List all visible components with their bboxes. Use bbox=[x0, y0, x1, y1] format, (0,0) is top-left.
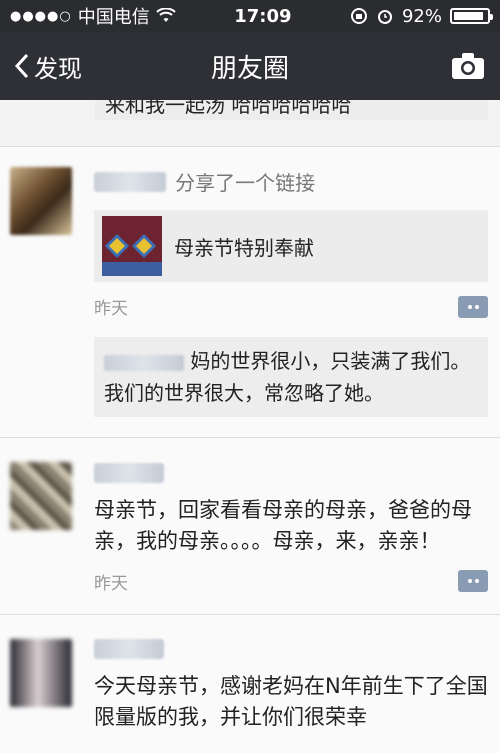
post-meta: 昨天 bbox=[94, 569, 488, 594]
post-text: 今天母亲节，感谢老妈在N年前生下了全国限量版的我，并让你们很荣幸 bbox=[94, 671, 488, 733]
link-title: 母亲节特别奉献 bbox=[174, 232, 314, 261]
comment-dot bbox=[475, 305, 479, 309]
feed-post: 母亲节，回家看看母亲的母亲，爸爸的母亲，我的母亲。。。。母亲，来，亲亲！ 昨天 bbox=[0, 437, 500, 614]
comment-button[interactable] bbox=[458, 570, 488, 592]
post-content: 母亲节，回家看看母亲的母亲，爸爸的母亲，我的母亲。。。。母亲，来，亲亲！ 昨天 bbox=[94, 462, 488, 594]
feed-post: 分享了一个链接 母亲节特别奉献 昨天 bbox=[0, 146, 500, 437]
commenter-name[interactable] bbox=[104, 355, 184, 371]
share-action: 分享了一个链接 bbox=[175, 167, 315, 196]
comment-button[interactable] bbox=[458, 296, 488, 318]
status-bar: ●●●●○ 中国电信 17:09 92% bbox=[0, 0, 500, 32]
battery-percent: 92% bbox=[402, 6, 442, 27]
author-name[interactable] bbox=[94, 463, 164, 483]
signal-icon: ●●●●○ bbox=[10, 9, 72, 24]
post-time: 昨天 bbox=[94, 569, 128, 594]
post-text: 母亲节，回家看看母亲的母亲，爸爸的母亲，我的母亲。。。。母亲，来，亲亲！ bbox=[94, 495, 488, 557]
comment-section: 妈的世界很小，只装满了我们。我们的世界很大，常忽略了她。 bbox=[94, 337, 488, 417]
camera-button[interactable] bbox=[450, 48, 486, 84]
rotation-lock-icon bbox=[350, 7, 368, 25]
status-time: 17:09 bbox=[234, 6, 291, 27]
comment-dot bbox=[475, 579, 479, 583]
chevron-left-icon bbox=[14, 53, 30, 79]
carrier-label: 中国电信 bbox=[78, 3, 150, 29]
author-name[interactable] bbox=[94, 172, 166, 192]
back-label: 发现 bbox=[34, 49, 82, 84]
avatar[interactable] bbox=[10, 167, 72, 235]
previous-comment: 来和我一起汤 哈哈哈哈哈哈 bbox=[95, 100, 488, 120]
comment-dots-icon bbox=[468, 305, 472, 309]
comment-dots-icon bbox=[468, 579, 472, 583]
avatar[interactable] bbox=[10, 639, 72, 707]
navigation-bar: 发现 朋友圈 bbox=[0, 32, 500, 100]
alarm-icon bbox=[376, 7, 394, 25]
wifi-icon bbox=[156, 8, 176, 24]
link-card[interactable]: 母亲节特别奉献 bbox=[94, 210, 488, 282]
camera-icon bbox=[451, 52, 485, 80]
back-button[interactable]: 发现 bbox=[14, 49, 82, 84]
link-thumbnail bbox=[102, 216, 162, 276]
author-name[interactable] bbox=[94, 639, 164, 659]
post-content: 分享了一个链接 母亲节特别奉献 昨天 bbox=[94, 167, 488, 417]
status-right: 92% bbox=[350, 6, 490, 27]
post-meta: 昨天 bbox=[94, 294, 488, 319]
battery-fill bbox=[454, 12, 483, 20]
status-left: ●●●●○ 中国电信 bbox=[10, 3, 176, 29]
feed-post: 今天母亲节，感谢老妈在N年前生下了全国限量版的我，并让你们很荣幸 bbox=[0, 614, 500, 753]
battery-icon bbox=[450, 8, 490, 24]
moments-feed[interactable]: 来和我一起汤 哈哈哈哈哈哈 分享了一个链接 母亲节特别奉献 昨天 bbox=[0, 100, 500, 753]
avatar[interactable] bbox=[10, 462, 72, 530]
post-content: 今天母亲节，感谢老妈在N年前生下了全国限量版的我，并让你们很荣幸 bbox=[94, 639, 488, 734]
post-time: 昨天 bbox=[94, 294, 128, 319]
